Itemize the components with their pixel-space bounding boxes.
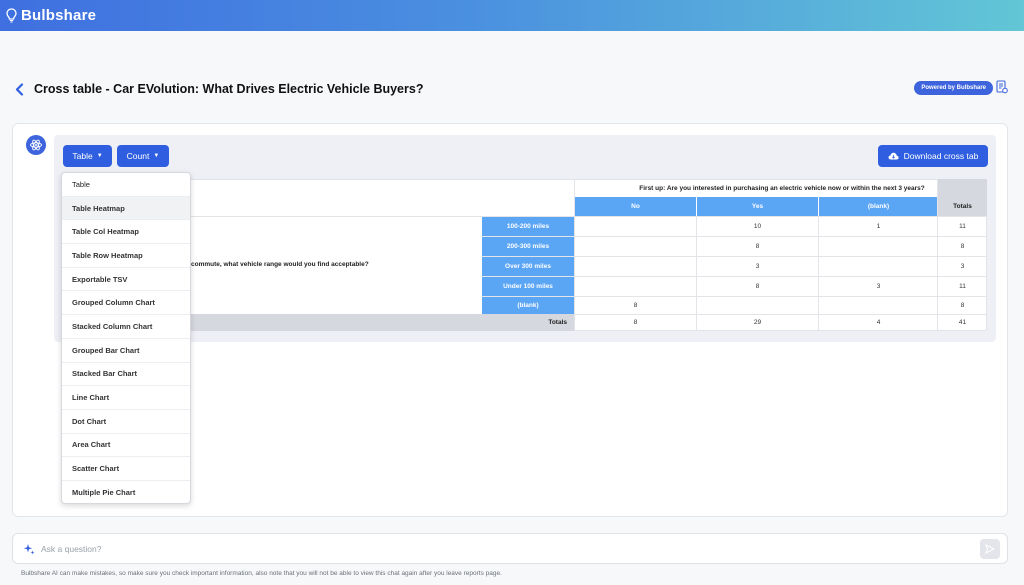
ask-input[interactable] (41, 543, 941, 554)
view-type-label: Table (72, 151, 93, 161)
row-label: Under 100 miles (482, 277, 574, 296)
row-label: Over 300 miles (482, 257, 574, 276)
cell-value (819, 297, 938, 314)
menu-item-table-col-heatmap[interactable]: Table Col Heatmap (62, 220, 190, 245)
column-divider (696, 216, 697, 331)
aggregation-label: Count (126, 151, 150, 161)
row-total: 8 (960, 302, 965, 309)
view-type-dropdown-button[interactable]: Table ▼ (63, 145, 112, 167)
cell-value: 3 (755, 263, 760, 270)
chevron-left-icon[interactable] (12, 80, 26, 98)
column-divider (818, 216, 819, 331)
send-icon (985, 544, 995, 554)
cell-value: 8 (755, 283, 760, 290)
row-label: 100-200 miles (482, 217, 574, 236)
totals-row-label: Totals (191, 314, 575, 331)
row-question-label: commute, what vehicle range would you fi… (191, 217, 481, 312)
menu-item-stacked-bar-chart[interactable]: Stacked Bar Chart (62, 363, 190, 387)
totals-column-header: Totals (938, 179, 987, 216)
cell-value: 3 (876, 283, 881, 290)
cell-value: 8 (755, 243, 760, 250)
menu-item-exportable-tsv[interactable]: Exportable TSV (62, 268, 190, 292)
row-total: 11 (959, 283, 966, 290)
column-header-blank: (blank) (819, 197, 938, 216)
cell-value (575, 277, 696, 296)
menu-item-grouped-bar-chart[interactable]: Grouped Bar Chart (62, 339, 190, 363)
menu-item-table[interactable]: Table (62, 173, 190, 197)
ai-disclaimer: Bulbshare AI can make mistakes, so make … (21, 570, 502, 577)
caret-down-icon: ▼ (153, 153, 160, 159)
caret-down-icon: ▼ (96, 153, 103, 159)
menu-item-line-chart[interactable]: Line Chart (62, 386, 190, 410)
cell-value (819, 257, 938, 276)
cloud-download-icon (888, 152, 899, 160)
cell-value: 8 (633, 302, 638, 309)
menu-item-multiple-pie-chart[interactable]: Multiple Pie Chart (62, 481, 190, 503)
cross-table: First up: Are you interested in purchasi… (191, 179, 987, 331)
cell-value: 10 (753, 223, 762, 230)
grand-total: 41 (958, 318, 967, 326)
row-total: 11 (959, 223, 966, 230)
cell-value: 1 (876, 223, 881, 230)
column-total: 8 (633, 318, 638, 326)
menu-item-scatter-chart[interactable]: Scatter Chart (62, 457, 190, 481)
sparkle-icon (23, 543, 35, 554)
row-question-text: commute, what vehicle range would you fi… (191, 261, 369, 268)
menu-item-area-chart[interactable]: Area Chart (62, 434, 190, 458)
column-header-yes: Yes (697, 197, 818, 216)
row-label: 200-300 miles (482, 237, 574, 256)
document-chart-icon[interactable] (996, 80, 1008, 94)
result-card: Table ▼ Count ▼ Download cross tab First… (54, 135, 996, 342)
column-divider (937, 179, 938, 331)
ask-bar (12, 533, 1008, 564)
view-type-menu: Table Table Heatmap Table Col Heatmap Ta… (61, 172, 191, 504)
cell-value (575, 217, 696, 236)
send-button[interactable] (980, 539, 1000, 559)
aggregation-dropdown-button[interactable]: Count ▼ (117, 145, 169, 167)
app-logo[interactable]: Bulbshare (6, 7, 96, 24)
cell-value (819, 237, 938, 256)
bulb-icon (6, 8, 17, 23)
menu-item-dot-chart[interactable]: Dot Chart (62, 410, 190, 434)
download-label: Download cross tab (903, 151, 979, 161)
menu-item-table-heatmap[interactable]: Table Heatmap (62, 196, 190, 221)
row-total: 3 (960, 263, 965, 270)
download-cross-tab-button[interactable]: Download cross tab (878, 145, 988, 167)
row-label: (blank) (482, 297, 574, 314)
page-title: Cross table - Car EVolution: What Drives… (34, 82, 424, 96)
column-total: 29 (753, 318, 762, 326)
powered-by-badge[interactable]: Powered by Bulbshare (914, 81, 993, 95)
cell-value (575, 237, 696, 256)
menu-item-table-row-heatmap[interactable]: Table Row Heatmap (62, 244, 190, 268)
top-bar: Bulbshare (0, 0, 1024, 31)
column-header-no: No (575, 197, 696, 216)
cell-value (575, 257, 696, 276)
column-question-header: First up: Are you interested in purchasi… (639, 184, 925, 192)
cell-value (697, 297, 818, 314)
menu-item-stacked-column-chart[interactable]: Stacked Column Chart (62, 315, 190, 339)
row-total: 8 (960, 243, 965, 250)
atom-icon (26, 135, 46, 155)
column-divider (574, 179, 575, 331)
column-total: 4 (876, 318, 881, 326)
menu-item-grouped-column-chart[interactable]: Grouped Column Chart (62, 291, 190, 316)
title-row: Cross table - Car EVolution: What Drives… (12, 79, 1012, 99)
app-name: Bulbshare (21, 7, 97, 24)
